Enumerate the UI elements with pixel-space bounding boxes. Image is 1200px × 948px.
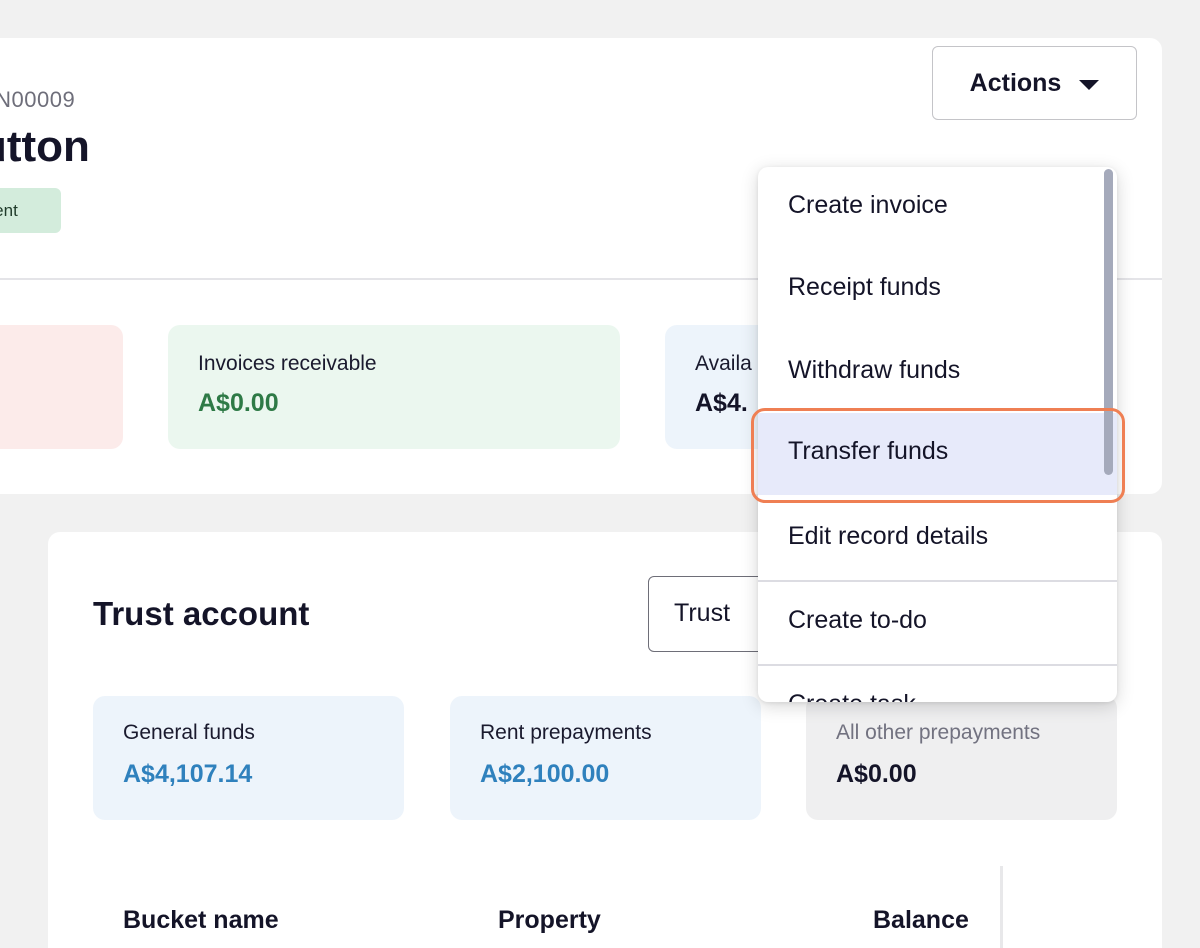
summary-card-label: Invoices receivable — [198, 352, 377, 375]
menu-item-create-to-do[interactable]: Create to-do — [758, 582, 1117, 664]
summary-card-label: Availa — [695, 352, 752, 375]
column-divider — [1000, 866, 1003, 948]
menu-item-create-task[interactable]: Create task — [758, 666, 1117, 702]
status-badge: ment — [0, 188, 61, 233]
contact-reference: EN00009 — [0, 87, 76, 112]
summary-card-value: A$0.00 — [198, 389, 279, 417]
column-header-bucket-name[interactable]: Bucket name — [123, 906, 279, 935]
fund-card-value: A$0.00 — [836, 760, 917, 788]
caret-down-icon — [1079, 79, 1100, 90]
fund-card-rent-prepayments: Rent prepayments A$2,100.00 — [450, 696, 761, 820]
column-header-property[interactable]: Property — [498, 906, 601, 935]
fund-card-value: A$2,100.00 — [480, 760, 610, 788]
summary-card-arrears — [0, 325, 123, 449]
fund-card-other-prepayments: All other prepayments A$0.00 — [806, 696, 1117, 820]
fund-card-label: Rent prepayments — [480, 721, 652, 744]
fund-card-general: General funds A$4,107.14 — [93, 696, 404, 820]
fund-card-label: All other prepayments — [836, 721, 1041, 744]
actions-menu: Create invoice Receipt funds Withdraw fu… — [758, 167, 1117, 702]
menu-item-receipt-funds[interactable]: Receipt funds — [758, 249, 1117, 331]
contact-name: utton — [0, 122, 90, 171]
fund-card-value: A$4,107.14 — [123, 760, 253, 788]
summary-card-invoices-receivable: Invoices receivable A$0.00 — [168, 325, 620, 449]
menu-item-transfer-funds[interactable]: Transfer funds — [758, 413, 1117, 495]
trust-account-title: Trust account — [93, 595, 310, 632]
menu-item-create-invoice[interactable]: Create invoice — [758, 167, 1117, 249]
actions-button-label: Actions — [969, 68, 1062, 97]
menu-scrollbar-thumb[interactable] — [1104, 169, 1113, 475]
menu-item-withdraw-funds[interactable]: Withdraw funds — [758, 332, 1117, 414]
column-header-balance[interactable]: Balance — [873, 906, 969, 935]
status-badge-label: ment — [0, 201, 18, 220]
menu-item-edit-record-details[interactable]: Edit record details — [758, 498, 1117, 580]
summary-card-value: A$4. — [695, 389, 748, 417]
actions-button[interactable]: Actions — [932, 46, 1137, 120]
fund-card-label: General funds — [123, 721, 255, 744]
